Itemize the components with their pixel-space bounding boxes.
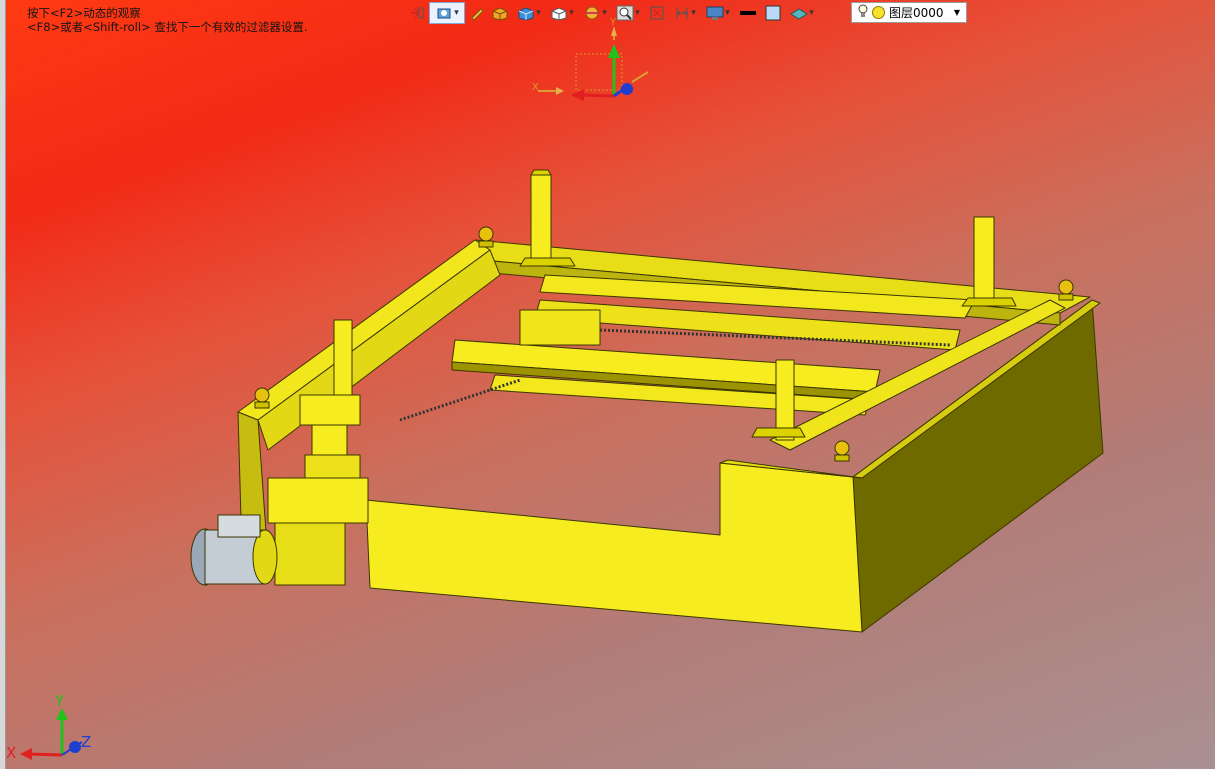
axis-y-label: Y (55, 692, 65, 710)
axis-x-label: X (6, 744, 17, 762)
cad-model-frame[interactable] (0, 0, 1215, 769)
axis-z-label: Z (81, 733, 92, 751)
